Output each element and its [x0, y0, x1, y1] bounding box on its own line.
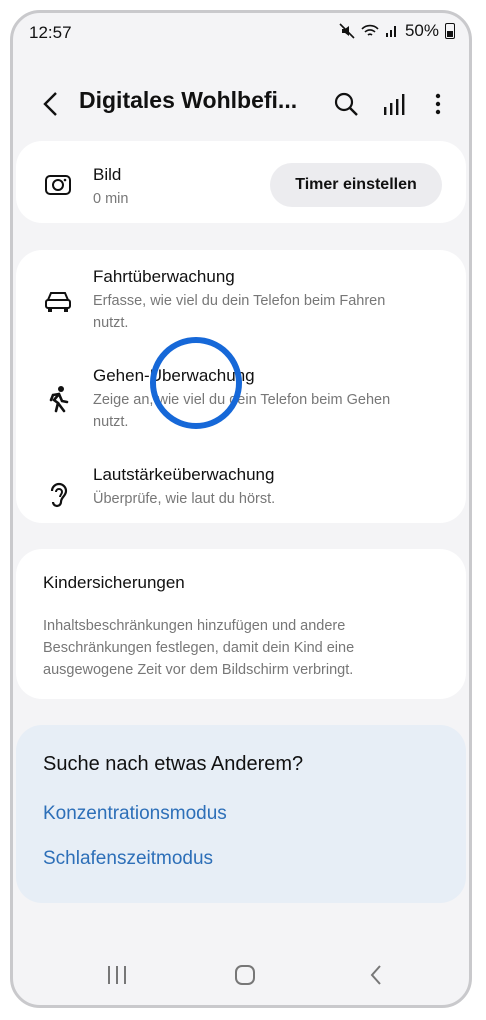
media-card-title: Bild	[93, 165, 122, 184]
recent-apps-icon[interactable]	[105, 963, 129, 987]
list-item-volume[interactable]: Lautstärkeüberwachung Überprüfe, wie lau…	[16, 448, 466, 523]
back-arrow-icon[interactable]	[37, 89, 67, 119]
parental-controls-desc-1: Inhaltsbeschränkungen hinzufügen und and…	[43, 618, 346, 634]
set-timer-button[interactable]: Timer einstellen	[270, 163, 442, 207]
status-time: 12:57	[29, 23, 72, 42]
wifi-icon	[361, 24, 379, 36]
media-timer-card: Bild 0 min Timer einstellen	[16, 141, 466, 223]
mute-icon	[339, 23, 355, 39]
list-item-driving[interactable]: Fahrtüberwachung Erfasse, wie viel du de…	[16, 250, 466, 346]
car-icon	[45, 292, 71, 312]
parental-controls-title: Kindersicherungen	[43, 573, 185, 592]
walking-icon	[49, 386, 69, 413]
suggestions-title: Suche nach etwas Anderem?	[43, 753, 304, 775]
page-title: Digitales Wohlbefi...	[79, 87, 298, 113]
driving-monitor-desc-1: Erfasse, wie viel du dein Telefon beim F…	[93, 293, 386, 309]
signal-icon	[385, 26, 396, 37]
parental-controls-desc-3: ausgewogene Zeit vor dem Bildschirm verb…	[43, 662, 354, 678]
focus-mode-link[interactable]: Konzentrationsmodus	[43, 803, 227, 825]
stats-icon[interactable]	[379, 89, 409, 119]
status-bar: 12:57 50%	[13, 13, 469, 55]
media-card-subtitle: 0 min	[93, 191, 129, 207]
suggestions-card: Suche nach etwas Anderem? Konzentrations…	[16, 725, 466, 903]
home-icon[interactable]	[233, 963, 257, 987]
search-icon[interactable]	[331, 89, 361, 119]
back-nav-icon[interactable]	[365, 963, 389, 987]
navigation-bar	[13, 955, 469, 995]
phone-screen: 12:57 50% Digitales Wohlbefi... Bild 0 m…	[10, 10, 472, 1008]
battery-icon	[445, 23, 455, 39]
driving-monitor-desc-2: nutzt.	[93, 315, 129, 331]
more-options-icon[interactable]	[423, 89, 453, 119]
bedtime-mode-link[interactable]: Schlafenszeitmodus	[43, 848, 213, 870]
ear-icon	[50, 482, 68, 508]
camera-icon	[45, 175, 71, 195]
volume-monitor-desc: Überprüfe, wie laut du hörst.	[93, 491, 276, 507]
app-bar: Digitales Wohlbefi...	[13, 83, 469, 127]
parental-controls-desc-2: Beschränkungen festlegen, damit dein Kin…	[43, 640, 355, 656]
battery-percent: 50%	[404, 21, 439, 40]
parental-controls-card[interactable]: Kindersicherungen Inhaltsbeschränkungen …	[16, 549, 466, 699]
driving-monitor-title: Fahrtüberwachung	[93, 267, 235, 286]
volume-monitor-title: Lautstärkeüberwachung	[93, 465, 275, 484]
status-icons: 50%	[339, 21, 455, 41]
walking-monitor-desc-2: nutzt.	[93, 414, 129, 430]
highlight-circle	[150, 337, 242, 429]
